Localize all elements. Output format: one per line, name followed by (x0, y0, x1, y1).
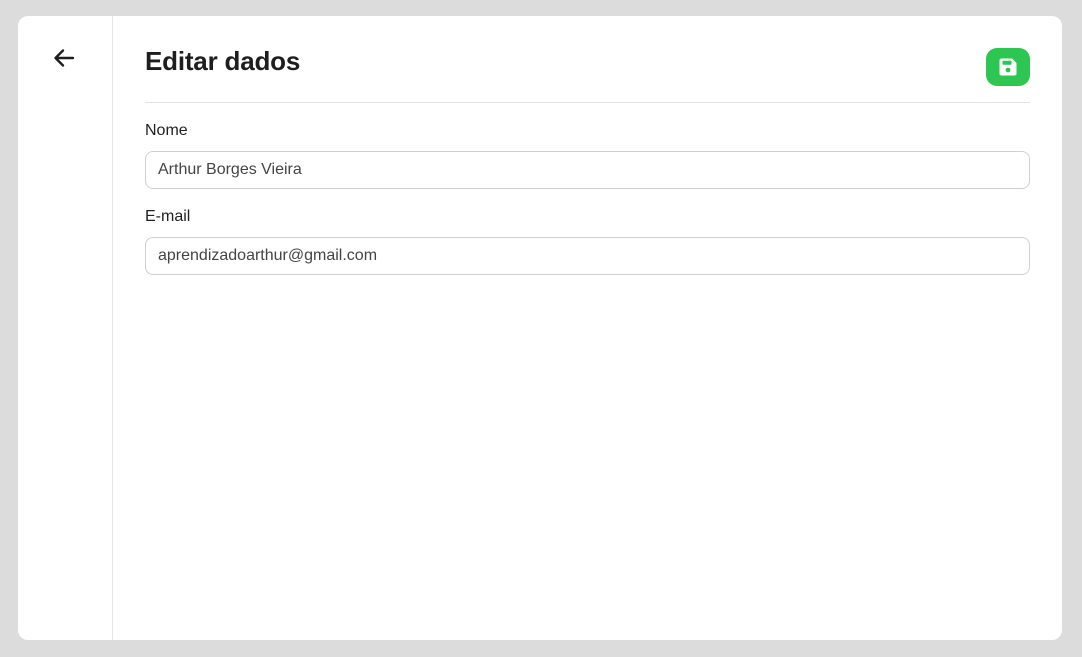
name-field-wrapper (145, 151, 1030, 189)
sidebar (18, 16, 113, 640)
email-label: E-mail (145, 208, 191, 225)
name-input[interactable] (146, 152, 1029, 188)
arrow-left-icon (54, 49, 75, 67)
back-button[interactable] (48, 42, 80, 74)
email-input[interactable] (146, 238, 1029, 274)
floppy-disk-icon (999, 58, 1017, 76)
name-label: Nome (145, 122, 188, 139)
save-button[interactable] (986, 48, 1030, 86)
page-header: Editar dados (145, 16, 1030, 103)
page-title: Editar dados (145, 46, 301, 76)
email-field-wrapper (145, 237, 1030, 275)
main-content: Editar dados Nome E-mail (145, 16, 1030, 640)
edit-profile-card: Editar dados Nome E-mail (18, 16, 1062, 640)
